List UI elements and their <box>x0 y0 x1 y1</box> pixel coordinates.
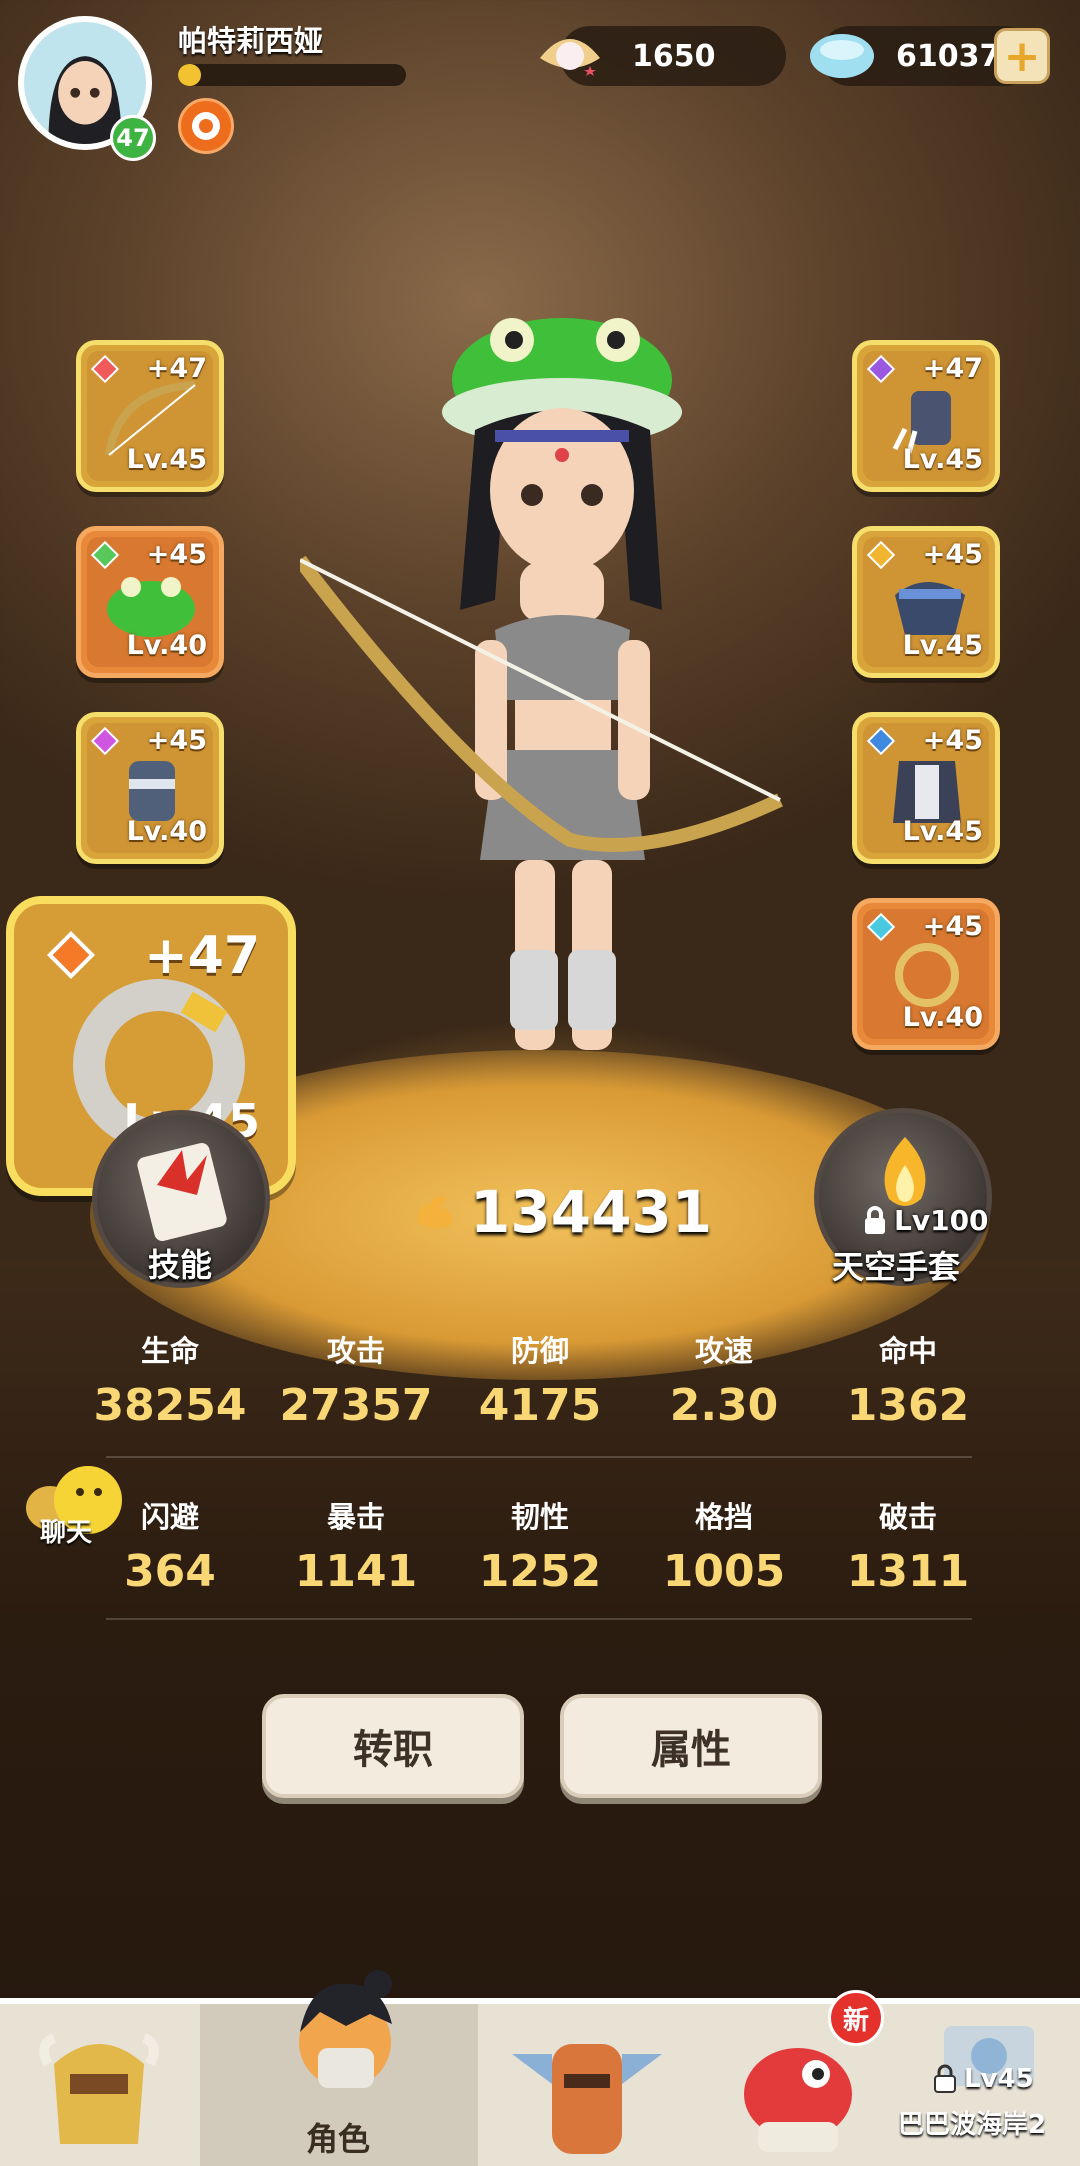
character-tab-icon <box>299 1970 392 2088</box>
equip-slot-shoulder[interactable]: +45 Lv.45 <box>852 526 1000 678</box>
stat-value: 27357 <box>279 1380 433 1431</box>
enhance-level: +47 <box>146 353 207 384</box>
item-level: Lv.45 <box>902 444 983 475</box>
stat-label: 防御 <box>510 1334 569 1368</box>
stat-value: 1252 <box>478 1546 602 1597</box>
stat-crit: 暴击 1141 <box>264 1494 448 1597</box>
stat-label: 韧性 <box>510 1500 569 1534</box>
item-level: Lv.45 <box>126 444 207 475</box>
new-badge: 新 <box>828 1990 884 2046</box>
muscle-power-icon <box>417 1196 453 1229</box>
stat-value: 1362 <box>846 1380 970 1431</box>
stat-attack: 攻击 27357 <box>264 1328 448 1431</box>
skill-card-icon <box>137 1143 227 1241</box>
enhance-level: +45 <box>922 539 983 570</box>
item-level: Lv.40 <box>126 630 207 661</box>
stat-label: 攻速 <box>694 1334 753 1368</box>
stat-pierce: 破击 1311 <box>816 1494 1000 1597</box>
gem-amount: 61037 <box>896 38 1001 74</box>
skill-label: 技能 <box>148 1246 213 1284</box>
stat-value: 4175 <box>478 1380 602 1431</box>
item-level: Lv.40 <box>126 816 207 847</box>
rank-emblem-icon[interactable] <box>178 98 234 154</box>
stat-value: 1311 <box>846 1546 970 1597</box>
stats-divider-bottom <box>106 1618 972 1620</box>
stat-label: 攻击 <box>326 1334 385 1368</box>
equip-slot-helmet[interactable]: +45 Lv.40 <box>76 526 224 678</box>
stat-toughness: 韧性 1252 <box>448 1494 632 1597</box>
enhance-level: +47 <box>922 353 983 384</box>
yak-mascot-icon <box>39 2033 159 2144</box>
stats-divider <box>106 1456 972 1458</box>
class-change-button[interactable]: 转职 <box>262 1694 524 1798</box>
equip-slot-accessory[interactable]: +45 Lv.40 <box>852 898 1000 1050</box>
character-figure <box>300 318 783 1050</box>
combat-power-value: 134431 <box>470 1178 713 1246</box>
equip-slot-bracer[interactable]: +45 Lv.40 <box>76 712 224 864</box>
nav-tab-tribe[interactable] <box>0 2004 200 2166</box>
item-level: Lv.40 <box>902 1002 983 1033</box>
item-level: Lv.45 <box>902 816 983 847</box>
enhance-level: +45 <box>146 725 207 756</box>
stat-attack-speed: 攻速 2.30 <box>632 1328 816 1431</box>
player-level-badge: 47 <box>110 115 156 161</box>
stat-block: 格挡 1005 <box>632 1494 816 1597</box>
stat-label: 暴击 <box>326 1500 385 1534</box>
crystal-gem-icon <box>810 34 874 78</box>
nav-label-character: 角色 <box>306 2120 371 2158</box>
stat-hp: 生命 38254 <box>78 1328 262 1431</box>
nav-tab-totem[interactable] <box>478 2004 728 2166</box>
stat-value: 38254 <box>93 1380 247 1431</box>
stat-value: 1005 <box>662 1546 786 1597</box>
add-currency-button[interactable]: + <box>994 28 1050 84</box>
equip-slot-gauntlet[interactable]: +47 Lv.45 <box>852 340 1000 492</box>
lock-icon <box>865 1206 885 1234</box>
locked-item-label: 天空手套 <box>832 1248 961 1286</box>
player-name: 帕特莉西娅 <box>178 24 324 58</box>
totem-mask-icon <box>512 2044 662 2154</box>
bottom-nav: 角色 Lv45 巴巴波海岸2 <box>0 1998 1080 2166</box>
equip-slot-chest[interactable]: +45 Lv.45 <box>852 712 1000 864</box>
enhance-level: +45 <box>146 539 207 570</box>
stat-value: 2.30 <box>669 1380 779 1431</box>
stat-accuracy: 命中 1362 <box>816 1328 1000 1431</box>
chat-label[interactable]: 聊天 <box>40 1512 92 1549</box>
enhance-level: +45 <box>922 911 983 942</box>
pearl-shell-icon <box>540 39 600 76</box>
nav-tab-stage-locked[interactable]: Lv45 巴巴波海岸2 <box>890 2004 1080 2166</box>
stat-label: 破击 <box>878 1500 937 1534</box>
stat-label: 生命 <box>140 1334 199 1368</box>
stat-value: 1141 <box>294 1546 418 1597</box>
featured-enhance-level: +47 <box>144 926 260 986</box>
item-level: Lv.45 <box>902 630 983 661</box>
stat-defense: 防御 4175 <box>448 1328 632 1431</box>
locked-item-level: Lv100 <box>894 1204 989 1237</box>
lock-icon <box>934 2064 956 2093</box>
enhance-level: +45 <box>922 725 983 756</box>
stat-label: 格挡 <box>694 1500 753 1534</box>
equip-slot-weapon[interactable]: +47 Lv.45 <box>76 340 224 492</box>
locked-stage-level: Lv45 <box>964 2064 1034 2094</box>
stat-label: 命中 <box>878 1334 937 1368</box>
pearl-amount: 1650 <box>632 38 716 74</box>
locked-stage-name: 巴巴波海岸2 <box>898 2110 1047 2140</box>
attributes-button[interactable]: 属性 <box>560 1694 822 1798</box>
xp-progress-bar <box>178 64 406 86</box>
